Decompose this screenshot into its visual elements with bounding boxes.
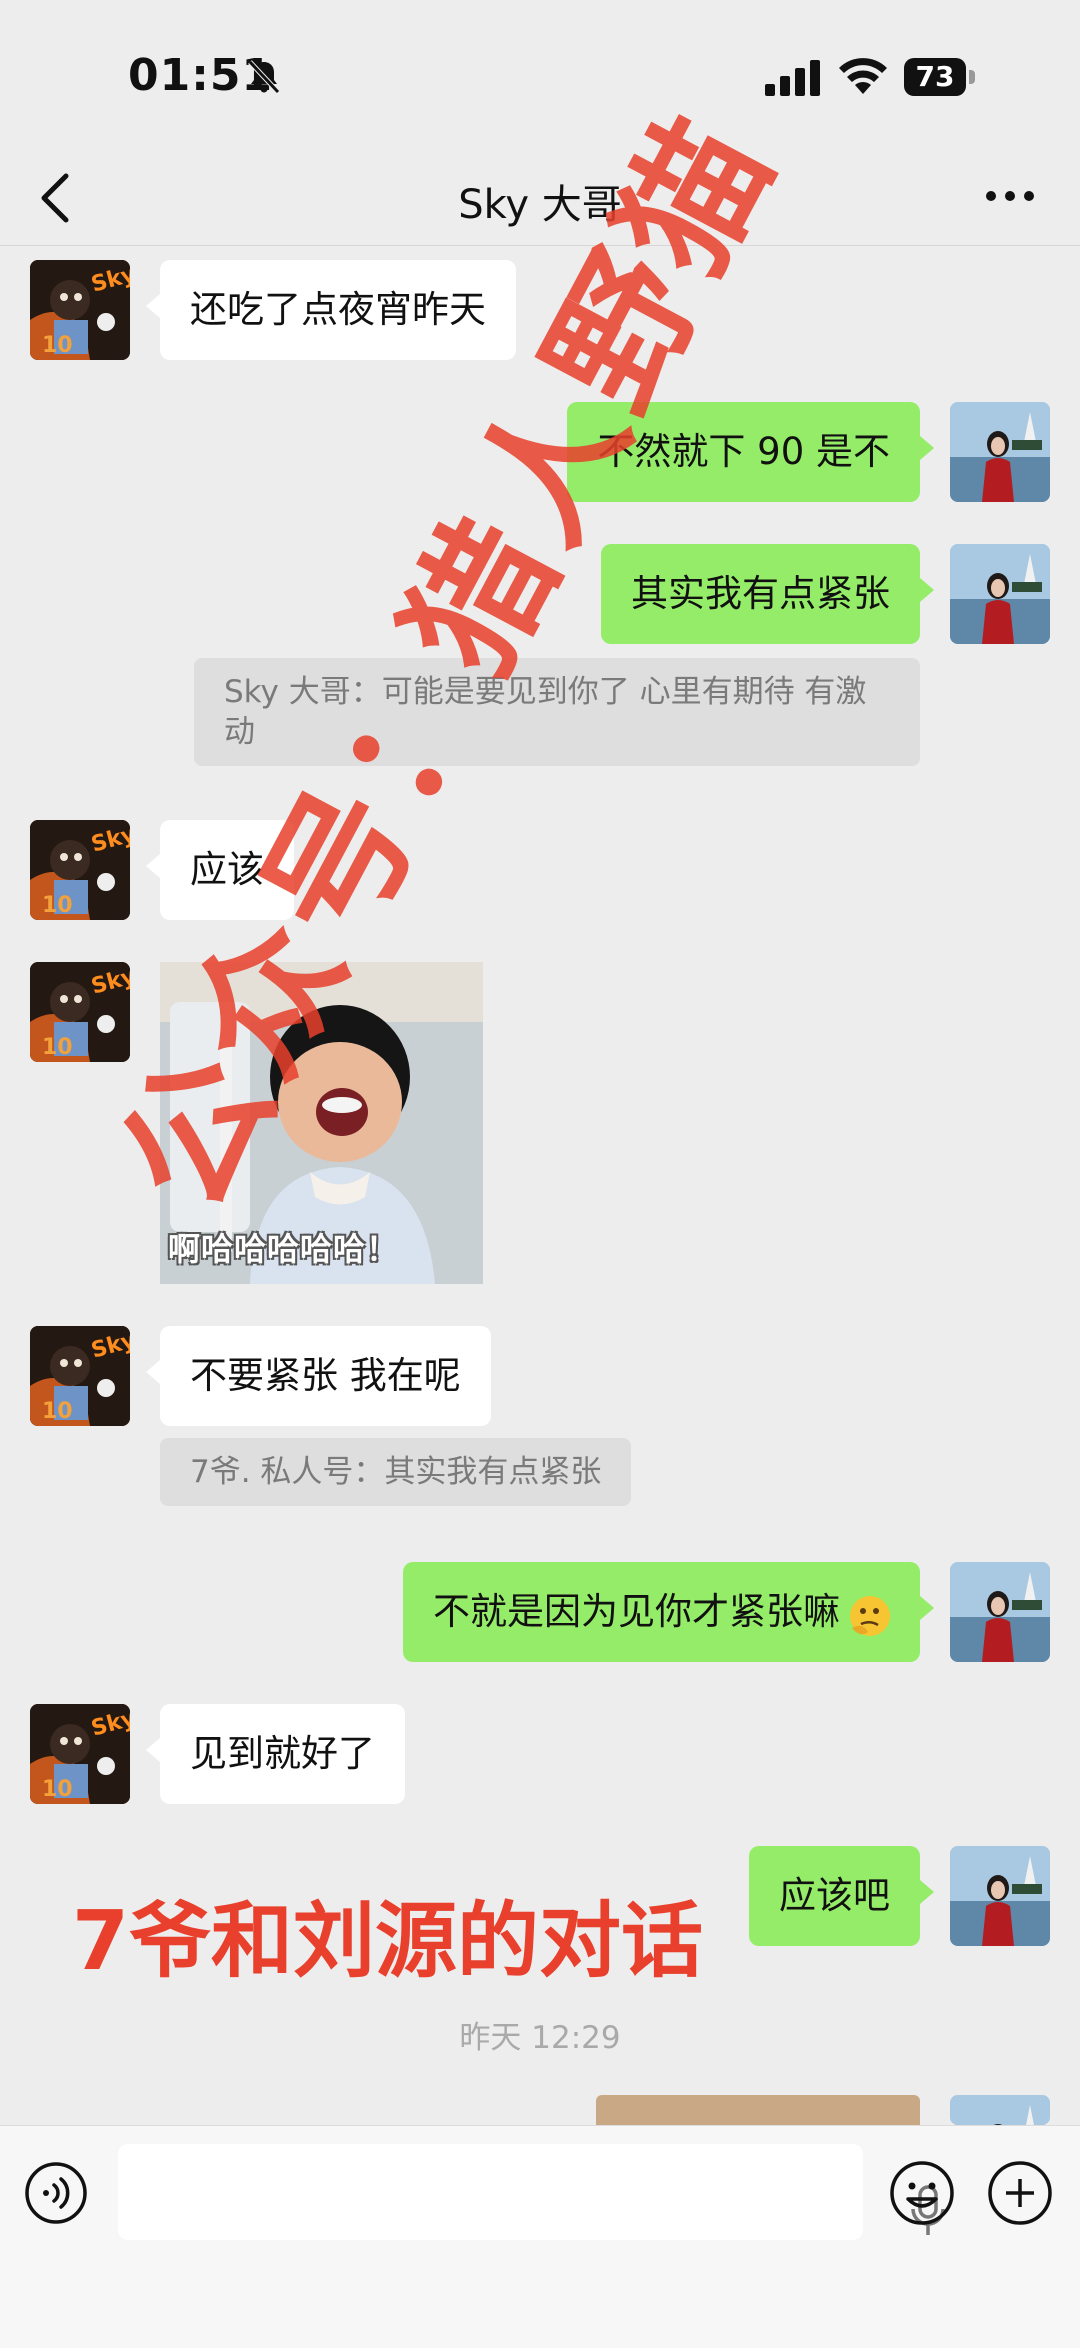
contact-avatar[interactable]: [30, 962, 130, 1062]
signal-icon: [765, 60, 820, 96]
message-text: 不就是因为见你才紧张嘛: [433, 1590, 840, 1633]
my-avatar[interactable]: [950, 1562, 1050, 1662]
my-avatar[interactable]: [950, 1846, 1050, 1946]
nav-bar: Sky 大哥: [0, 150, 1080, 246]
message-bubble-received[interactable]: 应该: [146, 820, 294, 920]
sticker-caption: 啊哈哈哈哈哈！: [168, 1230, 400, 1268]
battery-level: 73: [904, 58, 966, 96]
thinking-emoji-icon: [850, 1596, 890, 1636]
message-bubble-received[interactable]: 还吃了点夜宵昨天: [146, 260, 516, 360]
more-dots-icon[interactable]: [985, 186, 1035, 206]
contact-avatar[interactable]: [30, 1704, 130, 1804]
contact-avatar[interactable]: [30, 260, 130, 360]
watermark-caption: 7爷和刘源的对话: [72, 1894, 704, 1989]
message-input[interactable]: [118, 2144, 945, 2240]
message-bubble-sent[interactable]: 不就是因为见你才紧张嘛: [403, 1562, 934, 1662]
message-bubble-sent[interactable]: 应该吧: [749, 1846, 934, 1946]
my-avatar[interactable]: [950, 2095, 1050, 2125]
plus-icon[interactable]: [986, 2159, 1054, 2227]
quoted-message[interactable]: Sky 大哥：可能是要见到你了 心里有期待 有激动: [194, 658, 920, 766]
wifi-icon: [839, 58, 887, 94]
voice-input-icon[interactable]: [24, 2161, 88, 2225]
battery-icon: 73: [904, 58, 976, 96]
message-bubble-sent[interactable]: 其实我有点紧张: [601, 544, 934, 644]
my-avatar[interactable]: [950, 544, 1050, 644]
message-bubble-sent[interactable]: 不然就下 90 是不: [567, 402, 934, 502]
chat-title: Sky 大哥: [458, 182, 622, 228]
my-avatar[interactable]: [950, 402, 1050, 502]
contact-avatar[interactable]: [30, 820, 130, 920]
status-bar: 01:51 73: [0, 0, 1080, 150]
input-bar: [0, 2125, 1080, 2348]
quoted-message[interactable]: 7爷. 私人号：其实我有点紧张: [160, 1438, 632, 1506]
message-bubble-received[interactable]: 不要紧张 我在呢: [146, 1326, 491, 1426]
contact-avatar[interactable]: [30, 1326, 130, 1426]
message-timestamp: 昨天 12:29: [459, 2020, 621, 2056]
image-message-partial[interactable]: [596, 2095, 920, 2125]
sticker-image[interactable]: 啊哈哈哈哈哈！: [160, 962, 483, 1284]
bell-slash-icon: [248, 60, 280, 94]
emoji-icon[interactable]: [888, 2159, 956, 2227]
message-bubble-received[interactable]: 见到就好了: [146, 1704, 405, 1804]
